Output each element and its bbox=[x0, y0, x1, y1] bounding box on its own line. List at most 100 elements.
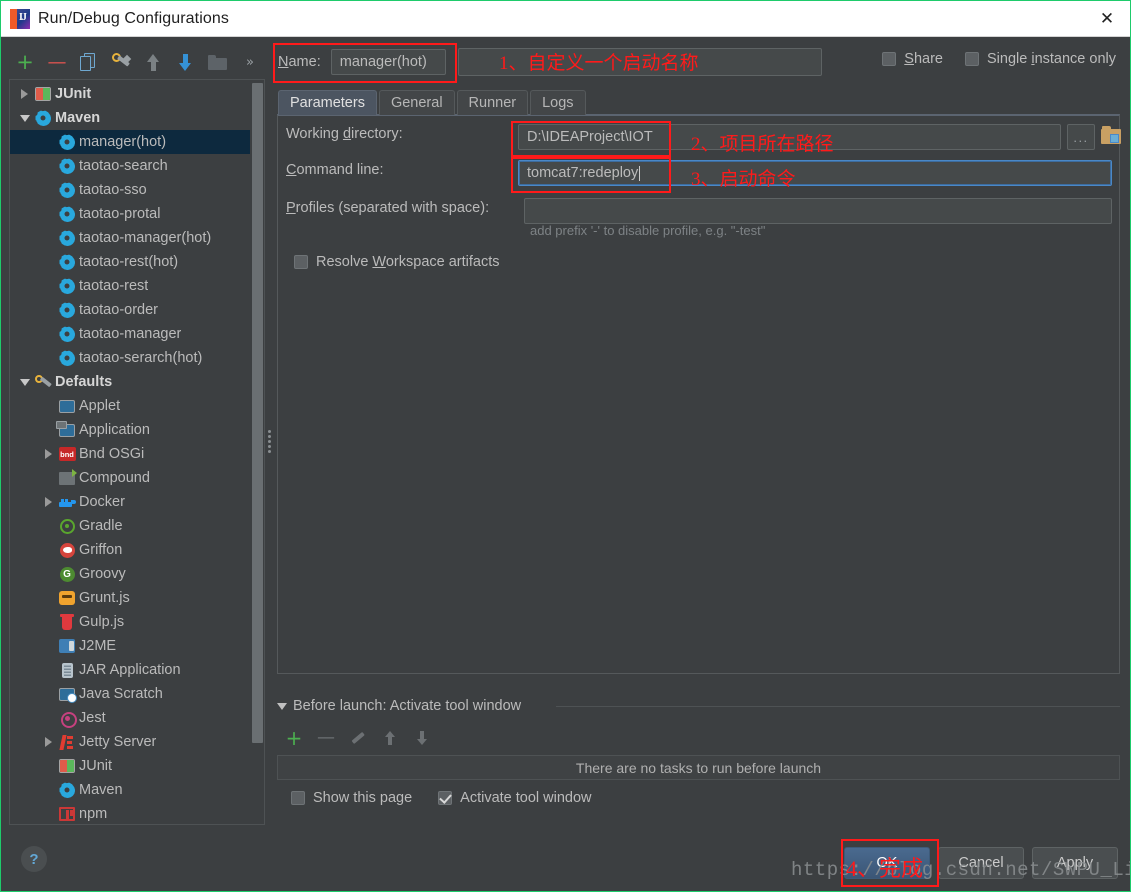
tree-twisty[interactable] bbox=[40, 497, 57, 507]
tree-item-label: manager(hot) bbox=[79, 134, 167, 150]
tree-item-taotao-manager[interactable]: taotao-manager bbox=[10, 322, 250, 346]
tree-item-manager-hot[interactable]: manager(hot) bbox=[10, 130, 250, 154]
tree-item-grunt-js[interactable]: Grunt.js bbox=[10, 586, 250, 610]
activate-tool-window-label: Activate tool window bbox=[460, 790, 592, 806]
chevron-right-icon[interactable] bbox=[45, 497, 52, 507]
tree-item-taotao-serarch-hot[interactable]: taotao-serarch(hot) bbox=[10, 346, 250, 370]
tree-item-label: taotao-protal bbox=[79, 206, 161, 222]
j2me-icon bbox=[59, 639, 75, 653]
activate-tool-window-checkbox[interactable]: Activate tool window bbox=[438, 790, 592, 806]
pencil-icon bbox=[351, 732, 365, 744]
command-line-input[interactable]: tomcat7:redeploy bbox=[518, 160, 1112, 186]
close-icon[interactable]: ✕ bbox=[1084, 1, 1130, 36]
tree-item-j2me[interactable]: J2ME bbox=[10, 634, 250, 658]
tree-item-defaults[interactable]: Defaults bbox=[10, 370, 250, 394]
move-up-button[interactable] bbox=[137, 47, 169, 77]
tree-item-junit[interactable]: JUnit bbox=[10, 754, 250, 778]
tree-item-jest[interactable]: Jest bbox=[10, 706, 250, 730]
maven-gear-icon bbox=[59, 782, 75, 798]
tree-item-docker[interactable]: Docker bbox=[10, 490, 250, 514]
tree-scrollbar[interactable] bbox=[251, 81, 263, 823]
remove-task-button[interactable]: — bbox=[315, 727, 337, 749]
name-input[interactable]: manager(hot) bbox=[330, 49, 446, 75]
tree-item-compound[interactable]: Compound bbox=[10, 466, 250, 490]
tree-item-label: JUnit bbox=[79, 758, 113, 774]
tree-twisty[interactable] bbox=[40, 449, 57, 459]
tree-scrollbar-thumb[interactable] bbox=[252, 83, 263, 743]
tab-runner[interactable]: Runner bbox=[456, 90, 529, 115]
folder-button[interactable] bbox=[201, 47, 233, 77]
add-configuration-button[interactable]: + bbox=[9, 47, 41, 77]
tree-twisty[interactable] bbox=[16, 114, 33, 122]
chevron-right-icon[interactable] bbox=[45, 737, 52, 747]
resolve-workspace-artifacts-checkbox[interactable]: Resolve Workspace artifacts bbox=[294, 254, 500, 270]
move-down-button[interactable] bbox=[169, 47, 201, 77]
tree-item-bnd-osgi[interactable]: bnd Bnd OSGi bbox=[10, 442, 250, 466]
tree-item-gradle[interactable]: Gradle bbox=[10, 514, 250, 538]
browse-folder-icon[interactable] bbox=[1101, 126, 1123, 146]
tree-item-taotao-protal[interactable]: taotao-protal bbox=[10, 202, 250, 226]
tab-logs[interactable]: Logs bbox=[530, 90, 586, 115]
tree-item-jar-application[interactable]: JAR Application bbox=[10, 658, 250, 682]
chevron-down-icon[interactable] bbox=[19, 114, 30, 122]
title-bar: IJ Run/Debug Configurations ✕ bbox=[1, 1, 1130, 37]
tree-twisty[interactable] bbox=[16, 378, 33, 386]
tree-twisty[interactable] bbox=[40, 737, 57, 747]
tree-item-griffon[interactable]: Griffon bbox=[10, 538, 250, 562]
tree-item-taotao-rest-hot[interactable]: taotao-rest(hot) bbox=[10, 250, 250, 274]
tree-item-taotao-rest[interactable]: taotao-rest bbox=[10, 274, 250, 298]
edit-defaults-button[interactable] bbox=[105, 47, 137, 77]
chevron-right-icon[interactable] bbox=[45, 449, 52, 459]
help-button[interactable]: ? bbox=[21, 846, 47, 872]
tree-item-junit[interactable]: JUnit bbox=[10, 82, 250, 106]
single-instance-checkbox[interactable]: Single instance only bbox=[965, 51, 1116, 67]
more-options-button[interactable]: » bbox=[233, 47, 265, 77]
tree-item-application[interactable]: Application bbox=[10, 418, 250, 442]
configurations-tree[interactable]: JUnit Maven manager(hot) taotao-search taota… bbox=[10, 80, 250, 824]
before-launch-header[interactable]: Before launch: Activate tool window bbox=[277, 698, 521, 714]
tree-item-taotao-order[interactable]: taotao-order bbox=[10, 298, 250, 322]
tree-item-label: Gradle bbox=[79, 518, 123, 534]
tree-item-applet[interactable]: Applet bbox=[10, 394, 250, 418]
tree-item-taotao-sso[interactable]: taotao-sso bbox=[10, 178, 250, 202]
chevron-down-icon[interactable] bbox=[19, 378, 30, 386]
remove-configuration-button[interactable]: — bbox=[41, 47, 73, 77]
before-launch-task-list[interactable]: There are no tasks to run before launch bbox=[277, 755, 1120, 780]
add-task-button[interactable]: + bbox=[283, 727, 305, 749]
tree-item-jetty-server[interactable]: Jetty Server bbox=[10, 730, 250, 754]
tree-item-label: taotao-search bbox=[79, 158, 168, 174]
working-directory-row: Working directory: bbox=[286, 126, 516, 142]
tree-item-label: Compound bbox=[79, 470, 150, 486]
tree-item-taotao-manager-hot[interactable]: taotao-manager(hot) bbox=[10, 226, 250, 250]
tree-item-icon bbox=[57, 158, 77, 174]
profiles-input[interactable] bbox=[524, 198, 1112, 224]
move-task-up-button[interactable] bbox=[379, 727, 401, 749]
tree-item-label: Applet bbox=[79, 398, 121, 414]
share-options: Share Single instance only bbox=[882, 51, 1116, 67]
chevron-right-icon[interactable] bbox=[21, 89, 28, 99]
tree-item-maven[interactable]: Maven bbox=[10, 778, 250, 802]
tab-general[interactable]: General bbox=[378, 90, 455, 115]
tree-item-maven[interactable]: Maven bbox=[10, 106, 250, 130]
show-this-page-checkbox[interactable]: Show this page bbox=[291, 790, 412, 806]
move-task-down-button[interactable] bbox=[411, 727, 433, 749]
arrow-down-icon bbox=[178, 53, 192, 71]
tree-item-groovy[interactable]: G Groovy bbox=[10, 562, 250, 586]
before-launch-empty-message: There are no tasks to run before launch bbox=[575, 759, 822, 776]
tree-twisty[interactable] bbox=[16, 89, 33, 99]
window-title: Run/Debug Configurations bbox=[38, 9, 229, 27]
tree-item-taotao-search[interactable]: taotao-search bbox=[10, 154, 250, 178]
tree-item-icon bbox=[57, 613, 77, 630]
tree-item-label: J2ME bbox=[79, 638, 117, 654]
edit-task-button[interactable] bbox=[347, 727, 369, 749]
tree-item-gulp-js[interactable]: Gulp.js bbox=[10, 610, 250, 634]
show-this-page-checkbox-box bbox=[291, 791, 305, 805]
tab-parameters[interactable]: Parameters bbox=[278, 90, 377, 115]
browse-directory-button[interactable]: ... bbox=[1067, 124, 1095, 150]
copy-configuration-button[interactable] bbox=[73, 47, 105, 77]
panel-splitter-handle[interactable] bbox=[266, 421, 272, 461]
tree-item-npm[interactable]: npm bbox=[10, 802, 250, 824]
share-checkbox[interactable]: Share bbox=[882, 51, 943, 67]
tree-item-java-scratch[interactable]: Java Scratch bbox=[10, 682, 250, 706]
gulp-icon bbox=[60, 613, 74, 630]
